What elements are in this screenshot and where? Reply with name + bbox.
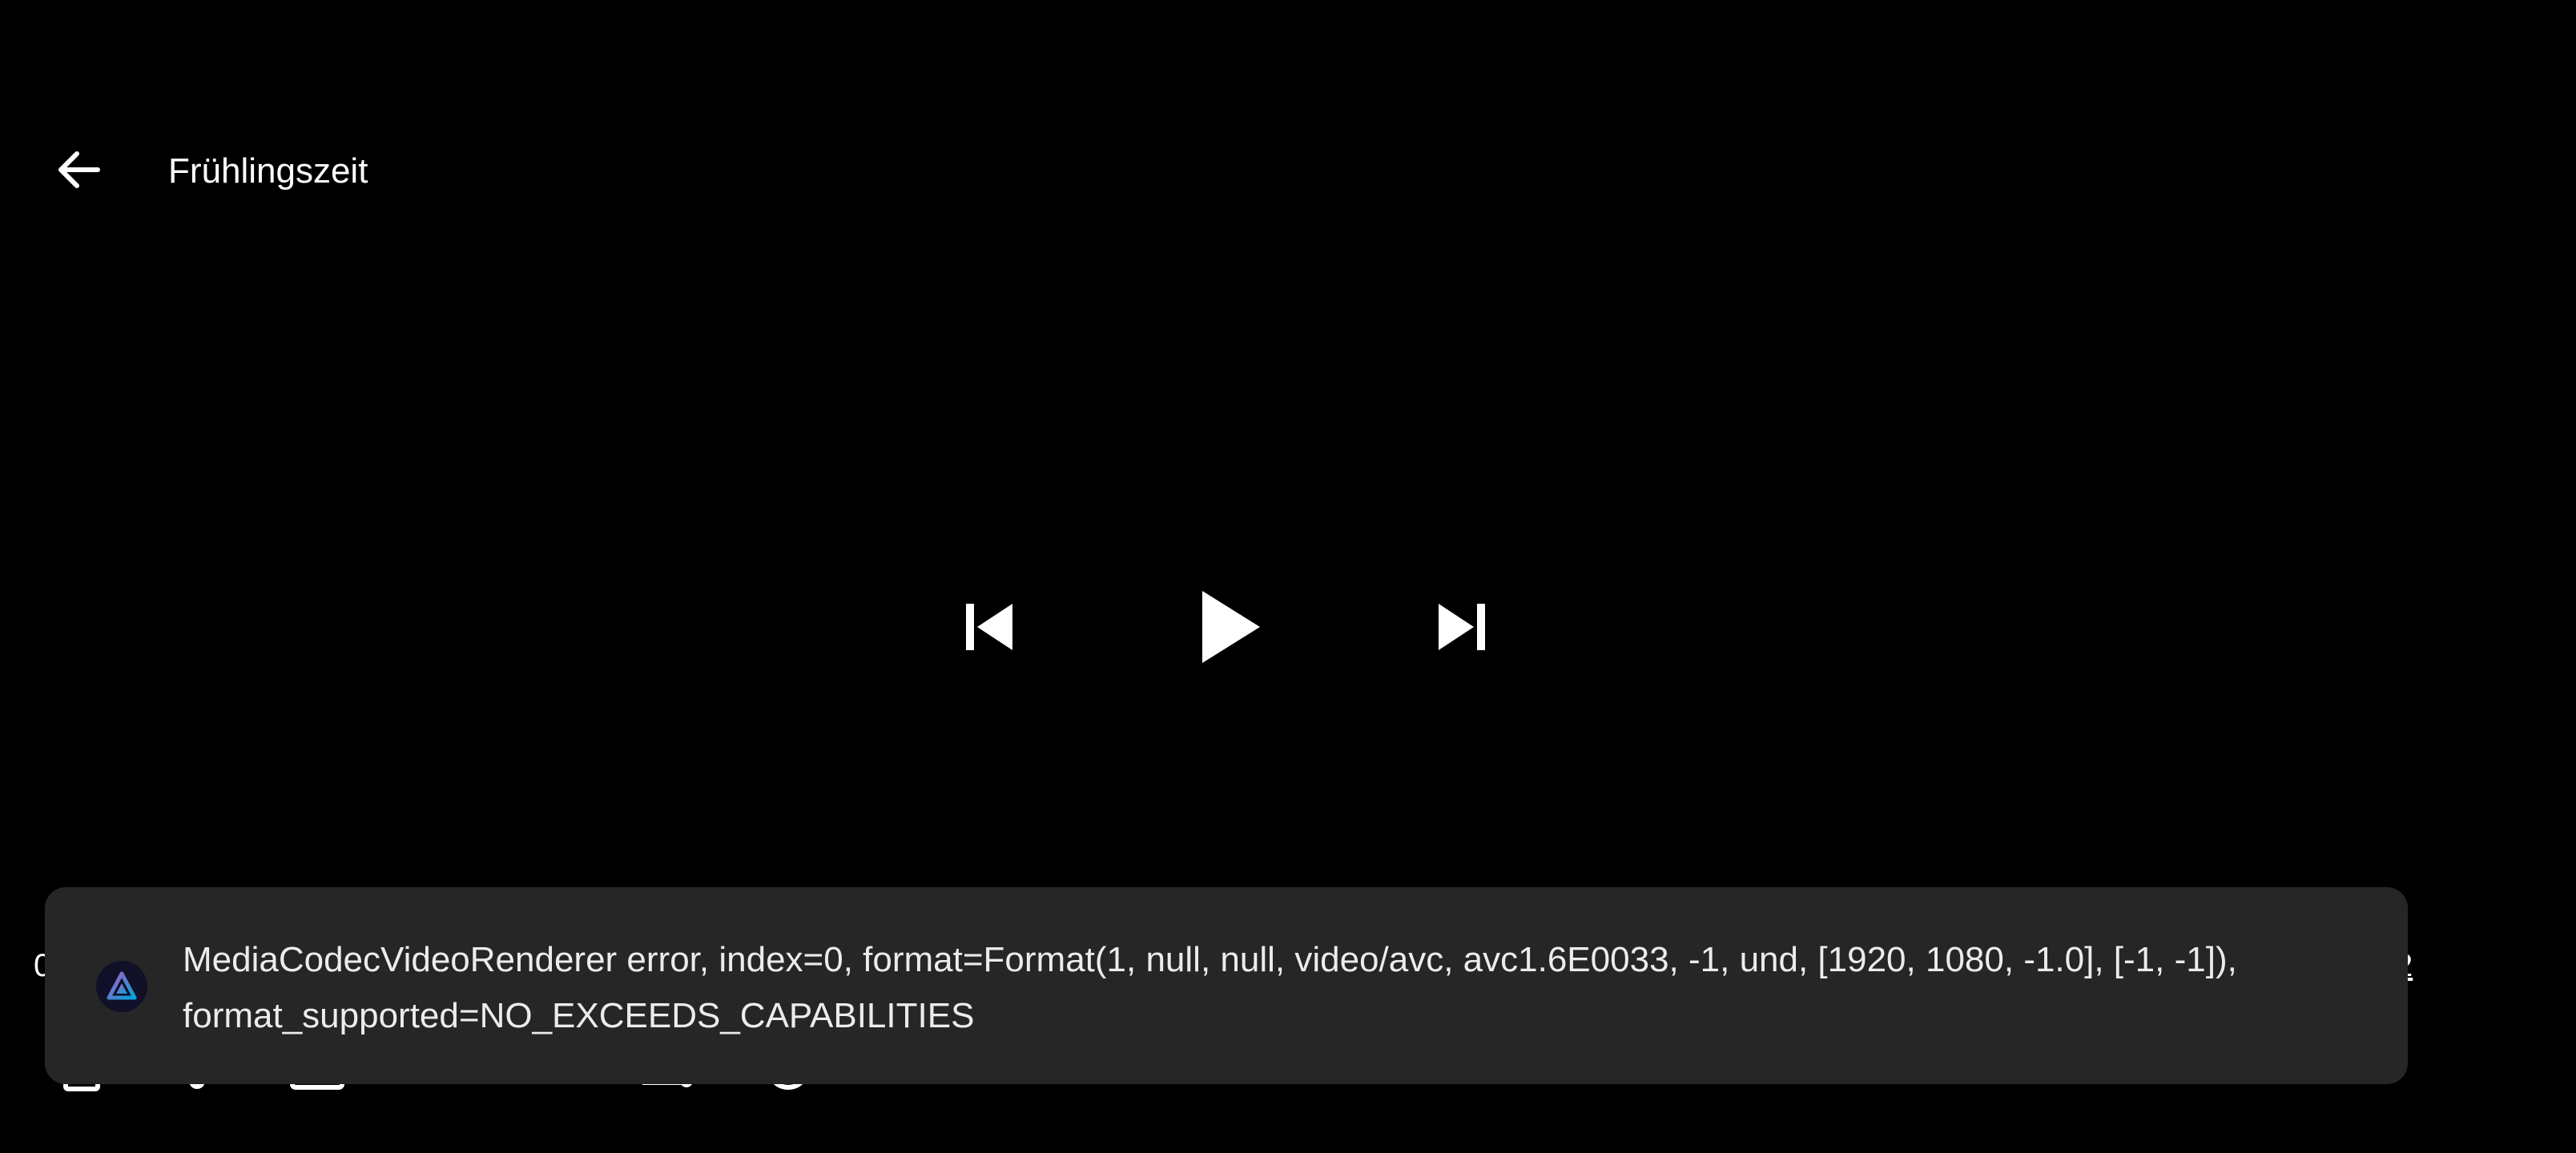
skip-next-icon [1434,601,1490,657]
next-button[interactable] [1426,593,1498,665]
video-player-screen: Frühlingszeit 0 MediaCodecVideoRenderer … [0,0,2576,1153]
jellyfin-app-icon [96,961,147,1012]
error-toast: MediaCodecVideoRenderer error, index=0, … [45,887,2408,1084]
page-title: Frühlingszeit [168,151,368,191]
arrow-left-icon [53,144,104,199]
play-icon [1197,589,1262,669]
back-button[interactable] [43,139,114,203]
previous-button[interactable] [953,593,1025,665]
play-button[interactable] [1193,585,1266,673]
skip-previous-icon [961,601,1017,657]
error-message: MediaCodecVideoRenderer error, index=0, … [183,940,2237,1035]
